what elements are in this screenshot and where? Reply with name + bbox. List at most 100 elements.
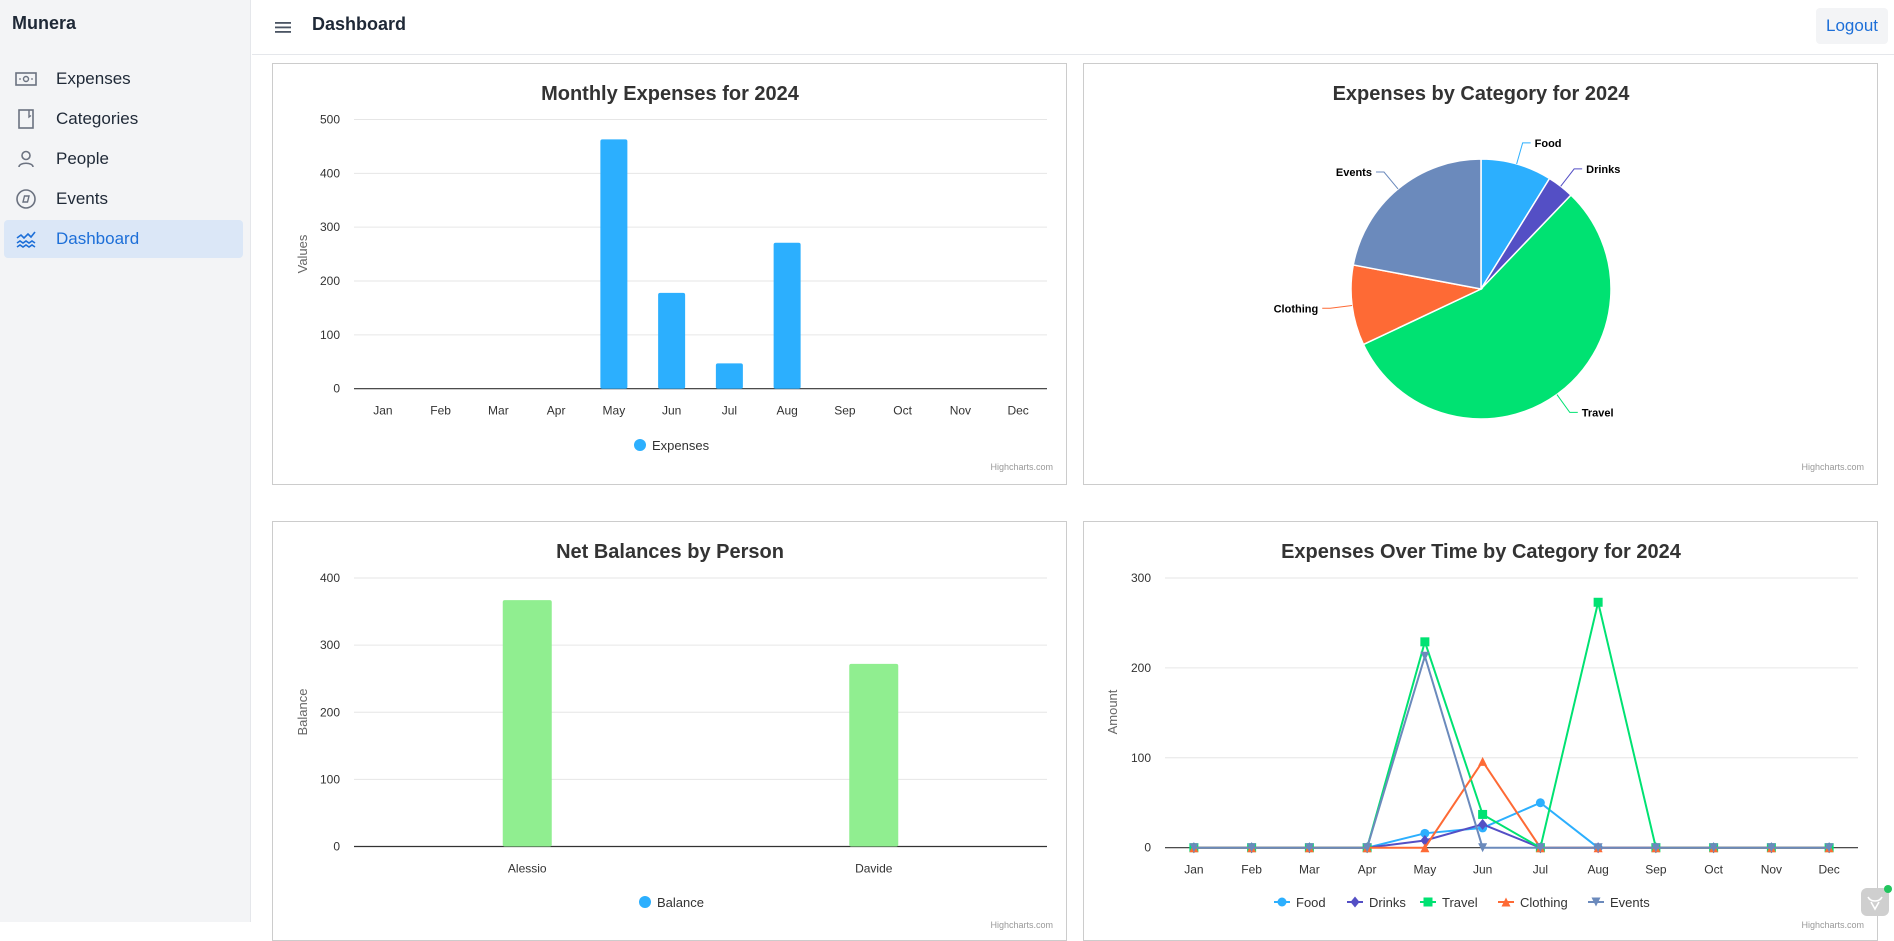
y-axis-title: Balance — [295, 689, 310, 736]
legend-item-events[interactable]: Events — [1588, 895, 1650, 910]
legend-label: Events — [1610, 895, 1650, 910]
legend-item-drinks[interactable]: Drinks — [1347, 895, 1406, 910]
expenses-over-time-chart: Expenses Over Time by Category for 2024 … — [1105, 541, 1864, 930]
y-tick-label: 0 — [1144, 841, 1151, 855]
sidebar-item-people[interactable]: People — [4, 140, 243, 178]
series-line-clothing[interactable] — [1193, 759, 1830, 849]
x-tick-label: Nov — [1761, 863, 1782, 877]
expenses-over-time-card: Expenses Over Time by Category for 2024 … — [1083, 521, 1878, 941]
series-line-events[interactable] — [1193, 652, 1830, 849]
page-title: Dashboard — [312, 14, 407, 34]
sidebar-item-categories[interactable]: Categories — [4, 100, 243, 138]
x-tick-label: Apr — [547, 404, 566, 418]
chart-title: Expenses Over Time by Category for 2024 — [1281, 541, 1682, 563]
y-tick-label: 200 — [320, 705, 340, 719]
chart-title: Expenses by Category for 2024 — [1333, 83, 1631, 105]
x-tick-label: May — [1414, 863, 1437, 877]
legend-item-clothing[interactable]: Clothing — [1498, 895, 1568, 910]
sidebar-item-label: People — [56, 149, 109, 168]
net-balances-chart: Net Balances by Person 0 100 200 300 400 Bal… — [295, 541, 1053, 930]
point-travel-jun[interactable] — [1478, 809, 1488, 819]
chart-legend[interactable]: Food Drinks Travel Clothing Events — [1274, 895, 1650, 910]
legend-marker[interactable] — [1423, 897, 1433, 907]
x-tick-label: Aug — [776, 404, 797, 418]
chart-legend[interactable]: Balance — [639, 895, 704, 910]
sidebar-item-label: Categories — [56, 109, 139, 128]
sidebar-item-expenses[interactable]: Expenses — [4, 60, 243, 98]
status-dot — [1884, 885, 1892, 893]
y-axis-title: Values — [295, 234, 310, 273]
x-tick-label: Jun — [662, 404, 681, 418]
hamburger-icon — [275, 22, 291, 33]
legend-marker-balance — [639, 896, 651, 908]
x-tick-label: Nov — [950, 404, 971, 418]
chart-credits[interactable]: Highcharts.com — [990, 462, 1053, 472]
series-line-food[interactable] — [1193, 801, 1830, 849]
pie-connector-travel — [1556, 394, 1578, 413]
sidebar-item-label: Dashboard — [56, 229, 140, 248]
sidebar-item-label: Events — [56, 189, 108, 208]
bar-jun[interactable] — [658, 292, 686, 389]
legend-label: Travel — [1442, 895, 1478, 910]
sidebar-item-label: Expenses — [56, 69, 131, 88]
chart-title: Monthly Expenses for 2024 — [541, 83, 800, 105]
sidebar-nav: Expenses Categories People Events Dashbo… — [4, 60, 243, 260]
series-line-travel[interactable] — [1193, 602, 1830, 850]
legend-item-balance[interactable]: Balance — [657, 895, 704, 910]
sidebar-item-dashboard[interactable]: Dashboard — [4, 220, 243, 258]
y-tick-label: 0 — [333, 840, 340, 854]
pie-connector-clothing — [1322, 305, 1353, 309]
series-clothing — [1189, 756, 1834, 853]
book-icon — [14, 107, 38, 131]
y-tick-label: 200 — [320, 274, 340, 288]
pie-label-travel: Travel — [1582, 407, 1614, 419]
pie-label-food: Food — [1535, 138, 1562, 150]
x-tick-label: Mar — [488, 404, 509, 418]
legend-label: Drinks — [1369, 895, 1406, 910]
point-travel-may[interactable] — [1420, 637, 1430, 647]
sidebar-item-events[interactable]: Events — [4, 180, 243, 218]
chart-legend[interactable]: Expenses — [634, 438, 710, 453]
y-tick-label: 200 — [1131, 661, 1151, 675]
x-tick-label: Sep — [1645, 863, 1667, 877]
x-tick-label: Apr — [1358, 863, 1377, 877]
x-tick-label: Sep — [834, 404, 856, 418]
x-tick-label: Oct — [893, 404, 912, 418]
y-tick-label: 100 — [1131, 751, 1151, 765]
monthly-expenses-chart: Monthly Expenses for 2024 0 100 200 300 400 5… — [295, 83, 1053, 472]
legend-item-expenses[interactable]: Expenses — [652, 438, 710, 453]
devtools-widget-button[interactable] — [1861, 885, 1892, 916]
user-icon — [14, 147, 38, 171]
x-tick-label: Jun — [1473, 863, 1492, 877]
x-tick-label: Alessio — [508, 862, 547, 876]
x-tick-label: Mar — [1299, 863, 1320, 877]
x-tick-label: Feb — [430, 404, 451, 418]
chart-credits[interactable]: Highcharts.com — [1801, 462, 1864, 472]
menu-toggle-button[interactable] — [272, 16, 294, 38]
net-balances-card: Net Balances by Person 0 100 200 300 400 Bal… — [272, 521, 1067, 941]
x-tick-label: Jul — [1533, 863, 1548, 877]
bar-alessio[interactable] — [502, 600, 552, 847]
series-travel — [1189, 597, 1834, 853]
logout-button[interactable]: Logout — [1816, 8, 1888, 44]
y-tick-label: 300 — [1131, 571, 1151, 585]
legend-marker[interactable] — [1350, 896, 1360, 908]
category-pie-chart: Expenses by Category for 2024 Food Drinks… — [1274, 83, 1864, 472]
bar-davide[interactable] — [849, 663, 899, 847]
legend-item-travel[interactable]: Travel — [1420, 895, 1478, 910]
point-food-jul[interactable] — [1535, 798, 1545, 808]
legend-item-food[interactable]: Food — [1274, 895, 1326, 910]
bar-may[interactable] — [600, 139, 628, 389]
y-axis-title: Amount — [1105, 689, 1120, 734]
x-tick-label: Dec — [1007, 404, 1028, 418]
legend-label: Food — [1296, 895, 1326, 910]
point-travel-aug[interactable] — [1593, 597, 1603, 607]
bar-aug[interactable] — [773, 242, 801, 389]
legend-marker[interactable] — [1277, 897, 1287, 907]
y-tick-label: 300 — [320, 638, 340, 652]
series-line-drinks[interactable] — [1193, 823, 1830, 849]
bar-jul[interactable] — [715, 363, 743, 389]
series-events — [1189, 651, 1834, 853]
monthly-expenses-card: Monthly Expenses for 2024 0 100 200 300 400 5… — [272, 63, 1067, 485]
x-tick-label: Jul — [722, 404, 737, 418]
